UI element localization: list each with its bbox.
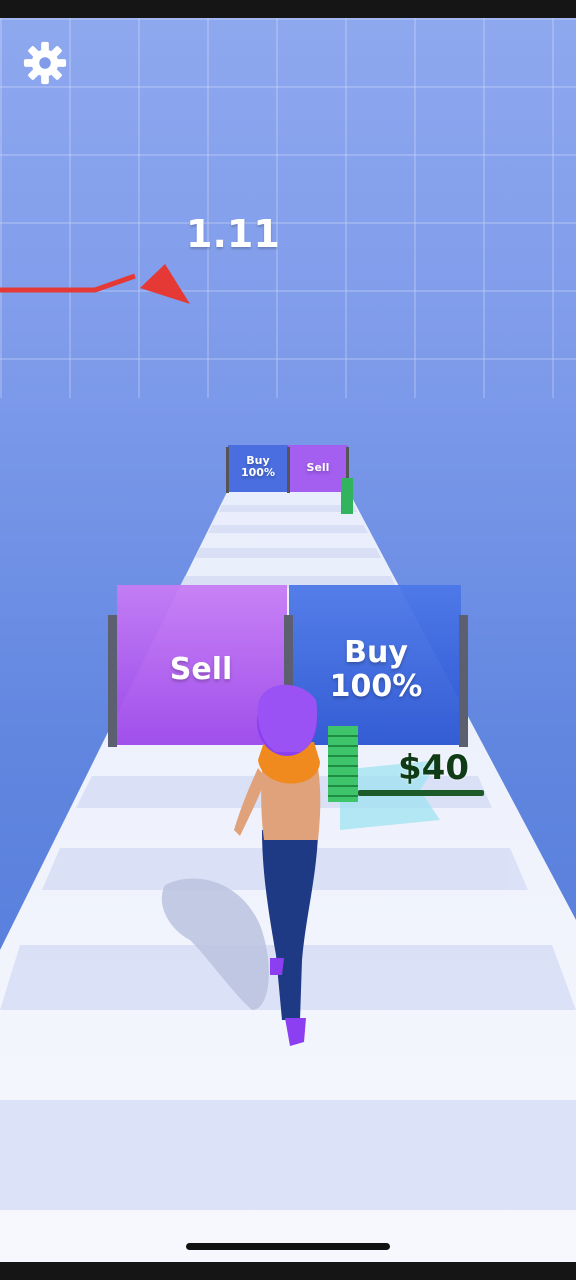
sell-gate-label: Sell: [169, 652, 233, 687]
far-buy-gate-label: Buy 100%: [241, 454, 275, 479]
money-underline: [358, 790, 484, 796]
money-label: $40: [398, 748, 469, 788]
far-sell-gate-label: Sell: [306, 461, 330, 474]
buy-gate-label: Buy 100%: [329, 635, 423, 704]
runway-track: [0, 445, 576, 1262]
game-screen: 1.11 Buy 100% Sell Sell Buy 100% $40: [0, 0, 576, 1280]
home-indicator[interactable]: [186, 1243, 390, 1250]
bottom-bar: [0, 1262, 576, 1280]
